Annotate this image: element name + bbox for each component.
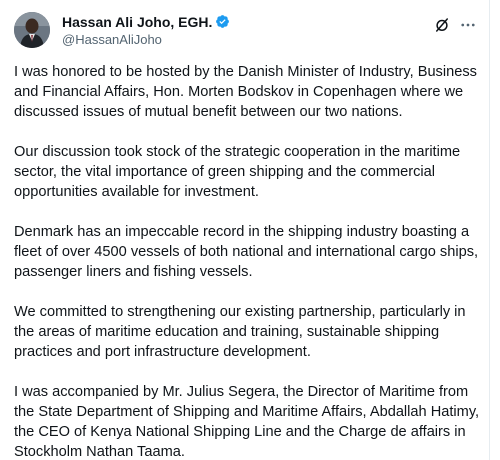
tweet-paragraph: Our discussion took stock of the strateg… xyxy=(14,144,461,200)
name-row: Hassan Ali Joho, EGH. xyxy=(62,13,230,30)
user-info: Hassan Ali Joho, EGH. @HassanAliJoho xyxy=(62,13,230,47)
display-name[interactable]: Hassan Ali Joho, EGH. xyxy=(62,14,212,30)
avatar[interactable] xyxy=(14,12,50,48)
tweet-paragraph: Denmark has an impeccable record in the … xyxy=(14,224,479,280)
grok-slash-icon[interactable] xyxy=(433,16,451,34)
tweet-text: I was honored to be hosted by the Danish… xyxy=(14,62,484,460)
tweet-paragraph: We committed to strengthening our existi… xyxy=(14,304,466,360)
tweet-header: Hassan Ali Joho, EGH. @HassanAliJoho xyxy=(14,10,477,50)
avatar-image xyxy=(14,12,50,48)
user-handle[interactable]: @HassanAliJoho xyxy=(62,32,230,47)
tweet-card: Hassan Ali Joho, EGH. @HassanAliJoho I w… xyxy=(0,0,490,460)
verified-badge-icon[interactable] xyxy=(215,14,230,29)
header-actions xyxy=(433,16,477,34)
tweet-paragraph: I was honored to be hosted by the Danish… xyxy=(14,64,477,120)
more-ellipsis-icon[interactable] xyxy=(459,16,477,34)
tweet-paragraph: I was accompanied by Mr. Julius Segera, … xyxy=(14,384,480,460)
